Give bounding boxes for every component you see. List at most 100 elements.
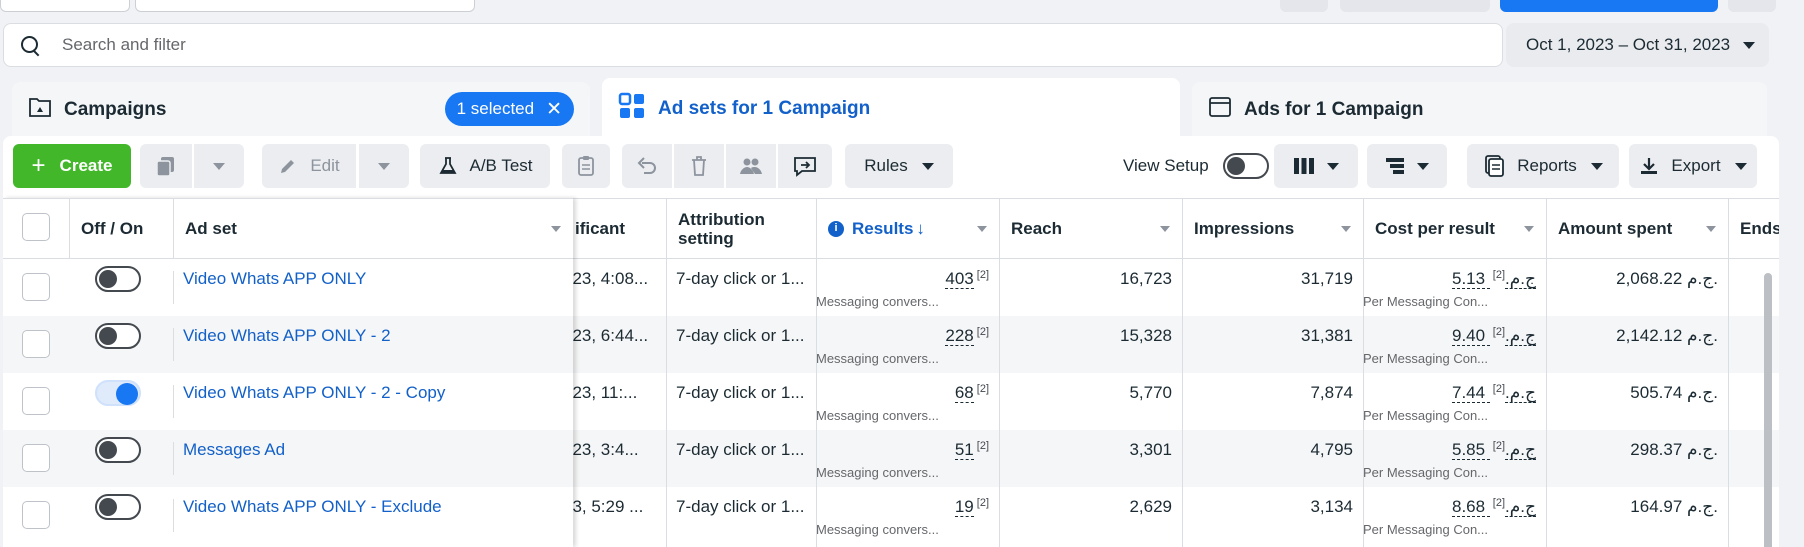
chevron-down-icon <box>378 162 390 170</box>
cell-significant: 023, 4:08...o <box>563 269 649 309</box>
col-header-significant[interactable]: ificant <box>563 199 666 258</box>
duplicate-button[interactable] <box>140 144 192 188</box>
col-header-ad-set[interactable]: Ad set <box>173 199 573 258</box>
cell-reach: 3,301 <box>1129 440 1172 459</box>
tab-adsets[interactable]: Ad sets for 1 Campaign <box>602 78 1180 140</box>
row-checkbox[interactable] <box>22 330 50 358</box>
chevron-down-icon <box>1590 162 1603 170</box>
chevron-down-icon <box>1160 226 1170 232</box>
cell-results: 19 [2] Messaging convers... <box>816 497 989 537</box>
create-button[interactable]: + Create <box>13 144 131 188</box>
undo-button[interactable] <box>622 144 672 188</box>
col-header-off-on[interactable]: Off / On <box>69 199 173 258</box>
adset-name-link[interactable]: Video Whats APP ONLY - 2 - Copy <box>173 373 563 430</box>
cell-significant: 023, 11:... <box>563 383 638 402</box>
top-icon-button[interactable] <box>1280 0 1328 12</box>
view-setup-label: View Setup <box>1123 156 1209 175</box>
top-primary-button[interactable] <box>1500 0 1718 12</box>
download-icon <box>1641 158 1658 174</box>
chevron-down-icon <box>921 162 934 170</box>
top-account-selector[interactable] <box>135 0 475 12</box>
duplicate-menu-button[interactable] <box>194 144 244 188</box>
tab-campaigns-label: Campaigns <box>64 99 167 120</box>
adset-name-link[interactable]: Video Whats APP ONLY <box>173 259 563 316</box>
cell-impressions: 3,134 <box>1310 497 1353 516</box>
undo-icon <box>637 157 656 174</box>
edit-button[interactable]: Edit <box>262 144 356 188</box>
cell-attribution: 7-day click or 1... <box>676 326 805 345</box>
frozen-row[interactable]: Messages Ad <box>3 430 573 487</box>
col-header-cost-per-result[interactable]: Cost per result <box>1363 199 1546 258</box>
col-header-reach[interactable]: Reach <box>999 199 1182 258</box>
row-checkbox[interactable] <box>22 387 50 415</box>
reports-icon <box>1485 155 1505 177</box>
plus-icon: + <box>31 152 46 179</box>
tab-campaigns[interactable]: Campaigns 1 selected ✕ <box>12 82 590 138</box>
adset-on-off-toggle[interactable] <box>95 266 141 292</box>
row-checkbox[interactable] <box>22 444 50 472</box>
col-header-impressions[interactable]: Impressions <box>1182 199 1363 258</box>
frozen-row[interactable]: Video Whats APP ONLY - 2 <box>3 316 573 373</box>
rules-label: Rules <box>864 156 908 175</box>
top-more-button[interactable] <box>1728 0 1776 12</box>
cell-results: 68 [2] Messaging convers... <box>816 383 989 423</box>
adset-name-link[interactable]: Video Whats APP ONLY - Exclude <box>173 487 563 544</box>
adset-on-off-toggle[interactable] <box>95 437 141 463</box>
date-range-picker[interactable]: Oct 1, 2023 – Oct 31, 2023 <box>1506 23 1769 67</box>
adset-on-off-toggle[interactable] <box>95 323 141 349</box>
search-input[interactable] <box>62 35 1442 55</box>
cell-reach: 15,328 <box>1120 326 1172 345</box>
adset-name-link[interactable]: Video Whats APP ONLY - 2 <box>173 316 563 373</box>
frozen-row[interactable]: Video Whats APP ONLY <box>3 259 573 316</box>
date-range-label: Oct 1, 2023 – Oct 31, 2023 <box>1526 35 1731 54</box>
ab-test-label: A/B Test <box>469 156 533 175</box>
review-button[interactable] <box>778 144 832 188</box>
cell-reach: 16,723 <box>1120 269 1172 288</box>
adset-on-off-toggle[interactable] <box>95 380 141 406</box>
cell-amount-spent: 2,068.22 ج.م. <box>1616 269 1718 288</box>
adset-on-off-toggle[interactable] <box>95 494 141 520</box>
columns-button[interactable] <box>1274 144 1358 188</box>
cell-reach: 5,770 <box>1129 383 1172 402</box>
chevron-down-icon <box>1524 226 1534 232</box>
sort-arrow-down-icon[interactable]: ↓ <box>916 219 925 238</box>
ad-window-icon <box>1208 95 1232 125</box>
adset-name-link[interactable]: Messages Ad <box>173 430 563 487</box>
vertical-scrollbar[interactable] <box>1764 273 1772 547</box>
tab-ads-label: Ads for 1 Campaign <box>1244 99 1424 120</box>
view-setup-toggle[interactable] <box>1223 153 1269 179</box>
audience-button[interactable] <box>726 144 776 188</box>
cell-attribution: 7-day click or 1... <box>676 440 805 459</box>
cell-cost-per-result: 5.85 ج.م.[2] Per Messaging Con... <box>1363 440 1536 480</box>
clipboard-button[interactable] <box>562 144 610 188</box>
frozen-row[interactable]: Video Whats APP ONLY - 2 - Copy <box>3 373 573 430</box>
col-header-ends[interactable]: Ends <box>1728 199 1779 258</box>
cell-attribution: 7-day click or 1... <box>676 383 805 402</box>
tab-ads[interactable]: Ads for 1 Campaign <box>1192 82 1767 138</box>
row-checkbox[interactable] <box>22 501 50 529</box>
chevron-down-icon <box>551 226 561 232</box>
col-header-attribution[interactable]: Attribution setting <box>666 199 816 258</box>
top-left-control[interactable] <box>0 0 130 12</box>
export-button[interactable]: Export <box>1629 144 1757 188</box>
reports-button[interactable]: Reports <box>1467 144 1619 188</box>
frozen-columns: Off / On Ad set Video Whats APP ONLY Vid… <box>3 198 573 547</box>
frozen-row[interactable]: Video Whats APP ONLY - Exclude <box>3 487 573 544</box>
top-secondary-button[interactable] <box>1340 0 1490 12</box>
info-icon[interactable]: i <box>828 220 844 237</box>
search-bar[interactable] <box>3 23 1503 67</box>
breakdown-icon <box>1386 158 1404 174</box>
cell-amount-spent: 505.74 ج.م. <box>1630 383 1718 402</box>
row-checkbox[interactable] <box>22 273 50 301</box>
edit-menu-button[interactable] <box>359 144 409 188</box>
close-icon[interactable]: ✕ <box>546 98 562 121</box>
cell-attribution: 7-day click or 1... <box>676 269 805 288</box>
select-all-checkbox[interactable] <box>22 213 50 241</box>
ab-test-button[interactable]: A/B Test <box>420 144 550 188</box>
col-header-results[interactable]: i Results ↓ <box>816 199 999 258</box>
col-header-amount-spent[interactable]: Amount spent <box>1546 199 1728 258</box>
delete-button[interactable] <box>674 144 724 188</box>
selected-count-pill[interactable]: 1 selected ✕ <box>444 92 574 126</box>
breakdown-button[interactable] <box>1367 144 1447 188</box>
rules-button[interactable]: Rules <box>845 144 953 188</box>
